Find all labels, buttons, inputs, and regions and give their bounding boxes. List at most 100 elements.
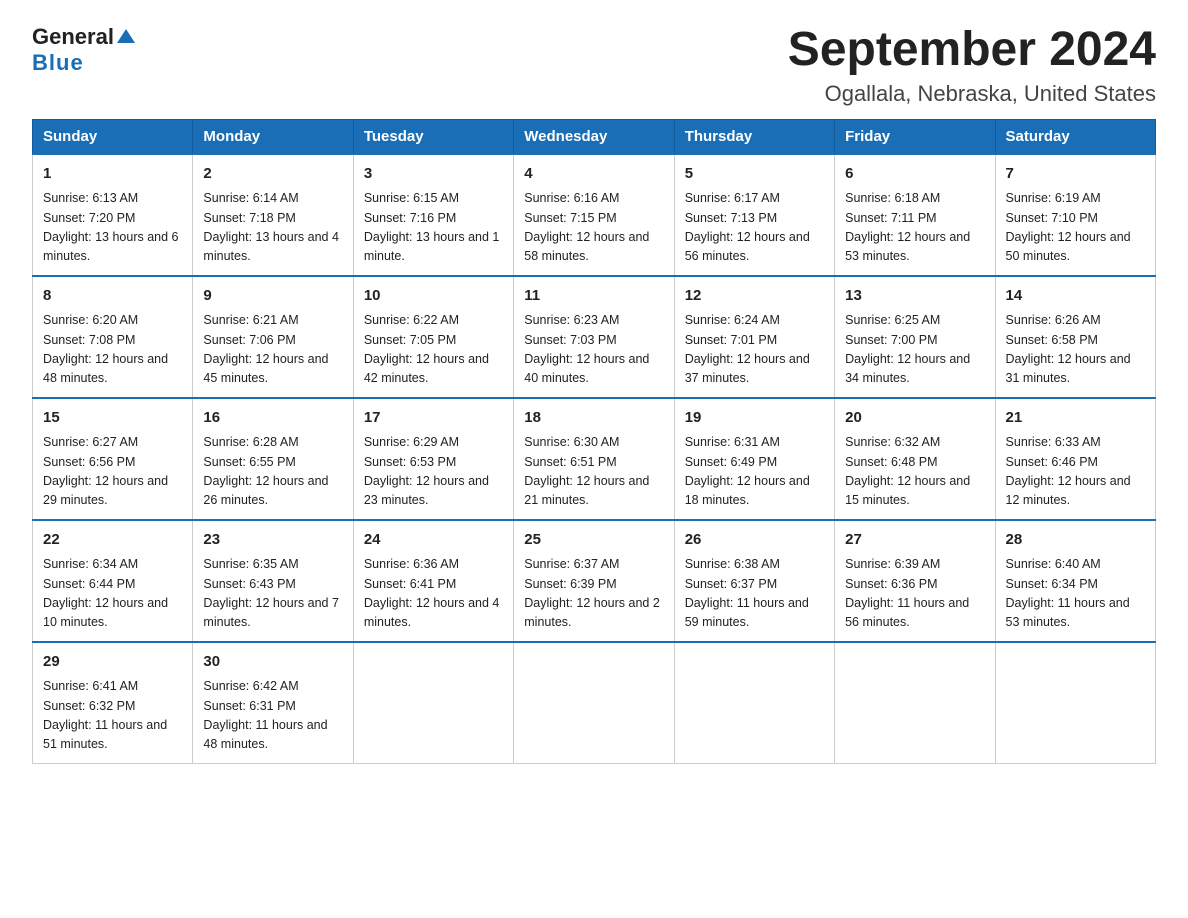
- day-number: 7: [1006, 163, 1145, 186]
- calendar-cell: [353, 642, 513, 764]
- day-number: 15: [43, 407, 182, 430]
- calendar-cell: 24 Sunrise: 6:36 AMSunset: 6:41 PMDayligh…: [353, 520, 513, 642]
- day-info: Sunrise: 6:40 AMSunset: 6:34 PMDaylight:…: [1006, 555, 1145, 633]
- day-number: 24: [364, 529, 503, 552]
- page-title: September 2024: [788, 24, 1156, 77]
- day-info: Sunrise: 6:21 AMSunset: 7:06 PMDaylight:…: [203, 311, 342, 389]
- day-info: Sunrise: 6:23 AMSunset: 7:03 PMDaylight:…: [524, 311, 663, 389]
- calendar-cell: 8 Sunrise: 6:20 AMSunset: 7:08 PMDaylight…: [33, 276, 193, 398]
- page-subtitle: Ogallala, Nebraska, United States: [788, 81, 1156, 107]
- day-number: 13: [845, 285, 984, 308]
- calendar-cell: 5 Sunrise: 6:17 AMSunset: 7:13 PMDaylight…: [674, 154, 834, 276]
- day-number: 23: [203, 529, 342, 552]
- calendar-week-3: 15Sunrise: 6:27 AMSunset: 6:56 PMDayligh…: [33, 398, 1156, 520]
- calendar-cell: 4Sunrise: 6:16 AMSunset: 7:15 PMDaylight…: [514, 154, 674, 276]
- day-number: 27: [845, 529, 984, 552]
- day-number: 2: [203, 163, 342, 186]
- calendar-cell: 19 Sunrise: 6:31 AMSunset: 6:49 PMDayligh…: [674, 398, 834, 520]
- day-number: 19: [685, 407, 824, 430]
- day-info: Sunrise: 6:15 AMSunset: 7:16 PMDaylight:…: [364, 189, 503, 267]
- calendar-cell: 7 Sunrise: 6:19 AMSunset: 7:10 PMDaylight…: [995, 154, 1155, 276]
- calendar-cell: 30 Sunrise: 6:42 AMSunset: 6:31 PMDayligh…: [193, 642, 353, 764]
- day-info: Sunrise: 6:32 AMSunset: 6:48 PMDaylight:…: [845, 433, 984, 511]
- calendar-cell: 23 Sunrise: 6:35 AMSunset: 6:43 PMDayligh…: [193, 520, 353, 642]
- title-block: September 2024 Ogallala, Nebraska, Unite…: [788, 24, 1156, 107]
- calendar-header-friday: Friday: [835, 119, 995, 154]
- calendar-cell: 14 Sunrise: 6:26 AMSunset: 6:58 PMDayligh…: [995, 276, 1155, 398]
- calendar-cell: 21 Sunrise: 6:33 AMSunset: 6:46 PMDayligh…: [995, 398, 1155, 520]
- page-header: General Blue September 2024 Ogallala, Ne…: [32, 24, 1156, 107]
- calendar-cell: 11 Sunrise: 6:23 AMSunset: 7:03 PMDayligh…: [514, 276, 674, 398]
- day-info: Sunrise: 6:36 AMSunset: 6:41 PMDaylight:…: [364, 555, 503, 633]
- day-info: Sunrise: 6:13 AMSunset: 7:20 PMDaylight:…: [43, 189, 182, 267]
- day-info: Sunrise: 6:38 AMSunset: 6:37 PMDaylight:…: [685, 555, 824, 633]
- day-number: 25: [524, 529, 663, 552]
- calendar-table: SundayMondayTuesdayWednesdayThursdayFrid…: [32, 119, 1156, 764]
- day-info: Sunrise: 6:26 AMSunset: 6:58 PMDaylight:…: [1006, 311, 1145, 389]
- calendar-cell: 28 Sunrise: 6:40 AMSunset: 6:34 PMDayligh…: [995, 520, 1155, 642]
- calendar-week-1: 1 Sunrise: 6:13 AMSunset: 7:20 PMDaylight…: [33, 154, 1156, 276]
- calendar-cell: [995, 642, 1155, 764]
- day-number: 21: [1006, 407, 1145, 430]
- calendar-cell: [674, 642, 834, 764]
- calendar-cell: 3 Sunrise: 6:15 AMSunset: 7:16 PMDaylight…: [353, 154, 513, 276]
- day-info: Sunrise: 6:34 AMSunset: 6:44 PMDaylight:…: [43, 555, 182, 633]
- day-info: Sunrise: 6:18 AMSunset: 7:11 PMDaylight:…: [845, 189, 984, 267]
- day-info: Sunrise: 6:24 AMSunset: 7:01 PMDaylight:…: [685, 311, 824, 389]
- calendar-cell: 27 Sunrise: 6:39 AMSunset: 6:36 PMDayligh…: [835, 520, 995, 642]
- day-number: 5: [685, 163, 824, 186]
- day-info: Sunrise: 6:29 AMSunset: 6:53 PMDaylight:…: [364, 433, 503, 511]
- calendar-cell: 13Sunrise: 6:25 AMSunset: 7:00 PMDayligh…: [835, 276, 995, 398]
- day-number: 28: [1006, 529, 1145, 552]
- day-info: Sunrise: 6:42 AMSunset: 6:31 PMDaylight:…: [203, 677, 342, 755]
- day-info: Sunrise: 6:20 AMSunset: 7:08 PMDaylight:…: [43, 311, 182, 389]
- day-info: Sunrise: 6:35 AMSunset: 6:43 PMDaylight:…: [203, 555, 342, 633]
- day-info: Sunrise: 6:31 AMSunset: 6:49 PMDaylight:…: [685, 433, 824, 511]
- calendar-cell: 16Sunrise: 6:28 AMSunset: 6:55 PMDayligh…: [193, 398, 353, 520]
- calendar-cell: 2 Sunrise: 6:14 AMSunset: 7:18 PMDaylight…: [193, 154, 353, 276]
- logo-general: General: [32, 24, 135, 50]
- calendar-cell: 18Sunrise: 6:30 AMSunset: 6:51 PMDayligh…: [514, 398, 674, 520]
- calendar-cell: 9 Sunrise: 6:21 AMSunset: 7:06 PMDaylight…: [193, 276, 353, 398]
- calendar-cell: [835, 642, 995, 764]
- day-info: Sunrise: 6:30 AMSunset: 6:51 PMDaylight:…: [524, 433, 663, 511]
- day-number: 1: [43, 163, 182, 186]
- calendar-cell: 20 Sunrise: 6:32 AMSunset: 6:48 PMDayligh…: [835, 398, 995, 520]
- calendar-week-2: 8 Sunrise: 6:20 AMSunset: 7:08 PMDaylight…: [33, 276, 1156, 398]
- calendar-header-monday: Monday: [193, 119, 353, 154]
- calendar-cell: 15Sunrise: 6:27 AMSunset: 6:56 PMDayligh…: [33, 398, 193, 520]
- logo-blue: Blue: [32, 50, 84, 76]
- day-number: 20: [845, 407, 984, 430]
- calendar-cell: 25 Sunrise: 6:37 AMSunset: 6:39 PMDayligh…: [514, 520, 674, 642]
- day-number: 17: [364, 407, 503, 430]
- day-number: 8: [43, 285, 182, 308]
- day-info: Sunrise: 6:14 AMSunset: 7:18 PMDaylight:…: [203, 189, 342, 267]
- calendar-cell: 26 Sunrise: 6:38 AMSunset: 6:37 PMDayligh…: [674, 520, 834, 642]
- day-info: Sunrise: 6:22 AMSunset: 7:05 PMDaylight:…: [364, 311, 503, 389]
- day-info: Sunrise: 6:28 AMSunset: 6:55 PMDaylight:…: [203, 433, 342, 511]
- day-number: 30: [203, 651, 342, 674]
- day-info: Sunrise: 6:19 AMSunset: 7:10 PMDaylight:…: [1006, 189, 1145, 267]
- calendar-week-4: 22 Sunrise: 6:34 AMSunset: 6:44 PMDayligh…: [33, 520, 1156, 642]
- day-info: Sunrise: 6:37 AMSunset: 6:39 PMDaylight:…: [524, 555, 663, 633]
- calendar-cell: 22 Sunrise: 6:34 AMSunset: 6:44 PMDayligh…: [33, 520, 193, 642]
- day-number: 11: [524, 285, 663, 308]
- calendar-cell: 6 Sunrise: 6:18 AMSunset: 7:11 PMDaylight…: [835, 154, 995, 276]
- day-info: Sunrise: 6:39 AMSunset: 6:36 PMDaylight:…: [845, 555, 984, 633]
- day-number: 12: [685, 285, 824, 308]
- day-number: 9: [203, 285, 342, 308]
- day-number: 22: [43, 529, 182, 552]
- day-number: 14: [1006, 285, 1145, 308]
- day-info: Sunrise: 6:33 AMSunset: 6:46 PMDaylight:…: [1006, 433, 1145, 511]
- calendar-cell: 29Sunrise: 6:41 AMSunset: 6:32 PMDayligh…: [33, 642, 193, 764]
- day-number: 6: [845, 163, 984, 186]
- calendar-header-sunday: Sunday: [33, 119, 193, 154]
- calendar-week-5: 29Sunrise: 6:41 AMSunset: 6:32 PMDayligh…: [33, 642, 1156, 764]
- day-number: 3: [364, 163, 503, 186]
- calendar-header-thursday: Thursday: [674, 119, 834, 154]
- day-info: Sunrise: 6:17 AMSunset: 7:13 PMDaylight:…: [685, 189, 824, 267]
- day-number: 26: [685, 529, 824, 552]
- calendar-header-wednesday: Wednesday: [514, 119, 674, 154]
- logo: General Blue: [32, 24, 135, 76]
- calendar-cell: 17 Sunrise: 6:29 AMSunset: 6:53 PMDayligh…: [353, 398, 513, 520]
